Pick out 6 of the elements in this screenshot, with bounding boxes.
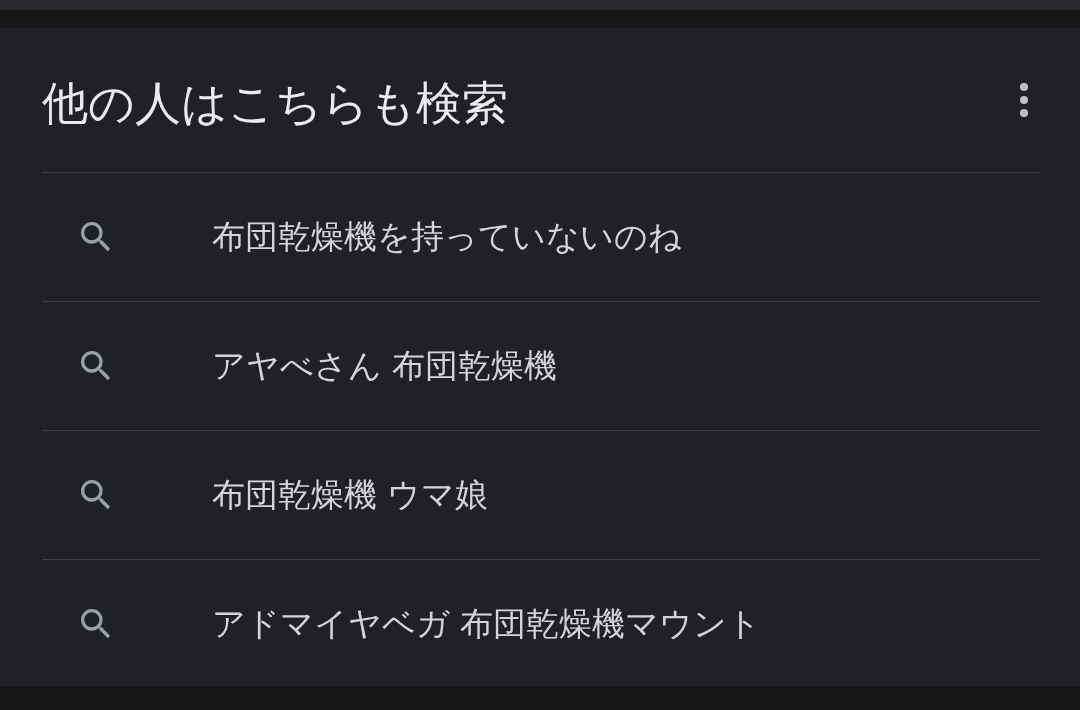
- suggestion-link[interactable]: アヤべさん 布団乾燥機: [212, 343, 558, 389]
- suggestion-link[interactable]: 布団乾燥機 ウマ娘: [212, 472, 489, 518]
- section-title: 他の人はこちらも検索: [42, 75, 508, 132]
- more-icon[interactable]: [1018, 82, 1030, 118]
- suggestion-link[interactable]: アドマイヤベガ 布団乾燥機マウント: [212, 601, 762, 647]
- suggestion-link[interactable]: 布団乾燥機を持っていないのね: [212, 214, 682, 260]
